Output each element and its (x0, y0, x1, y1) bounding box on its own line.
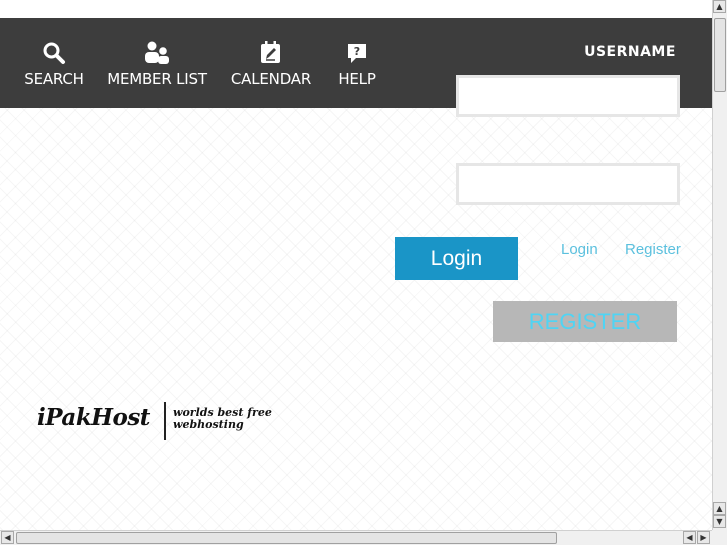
nav-member-list-label: MEMBER LIST (107, 70, 207, 88)
scroll-up-button-lower[interactable]: ▲ (713, 502, 726, 515)
register-button[interactable]: REGISTER (493, 301, 677, 342)
username-field[interactable] (456, 75, 680, 117)
nav-search-label: SEARCH (24, 70, 84, 88)
nav-search[interactable]: SEARCH (18, 18, 90, 108)
scroll-right-button[interactable]: ▶ (697, 531, 710, 544)
top-margin (0, 0, 712, 18)
register-link[interactable]: Register (625, 241, 681, 258)
nav-member-list[interactable]: MEMBER LIST (106, 18, 208, 108)
vertical-scroll-thumb[interactable] (714, 18, 726, 92)
logo-tagline: worlds best free webhosting (173, 407, 272, 431)
logo-tagline-line2: webhosting (173, 418, 244, 431)
scrollbar-corner (712, 530, 727, 545)
scroll-down-button[interactable]: ▼ (713, 515, 726, 528)
scroll-left-button[interactable]: ◀ (1, 531, 14, 544)
nav-calendar[interactable]: CALENDAR (228, 18, 314, 108)
horizontal-scroll-thumb[interactable] (16, 532, 557, 544)
nav-help[interactable]: ? HELP (330, 18, 384, 108)
login-link[interactable]: Login (561, 241, 598, 258)
nav-calendar-label: CALENDAR (230, 70, 312, 88)
search-icon (43, 42, 65, 64)
scroll-up-button[interactable]: ▲ (713, 0, 726, 13)
nav-help-label: HELP (338, 70, 376, 88)
horizontal-scrollbar[interactable]: ◀ ◀ ▶ (0, 530, 712, 545)
vertical-scrollbar[interactable]: ▲ ▲ ▼ (712, 0, 727, 530)
username-heading: USERNAME (584, 44, 676, 60)
logo-divider (164, 402, 166, 440)
password-field[interactable] (456, 163, 680, 205)
scroll-left-button-right[interactable]: ◀ (683, 531, 696, 544)
logo-name: iPakHost (37, 404, 150, 431)
users-icon (145, 41, 169, 64)
svg-text:?: ? (354, 45, 360, 58)
calendar-icon (261, 41, 280, 63)
help-icon: ? (348, 44, 366, 63)
login-button[interactable]: Login (395, 237, 518, 280)
